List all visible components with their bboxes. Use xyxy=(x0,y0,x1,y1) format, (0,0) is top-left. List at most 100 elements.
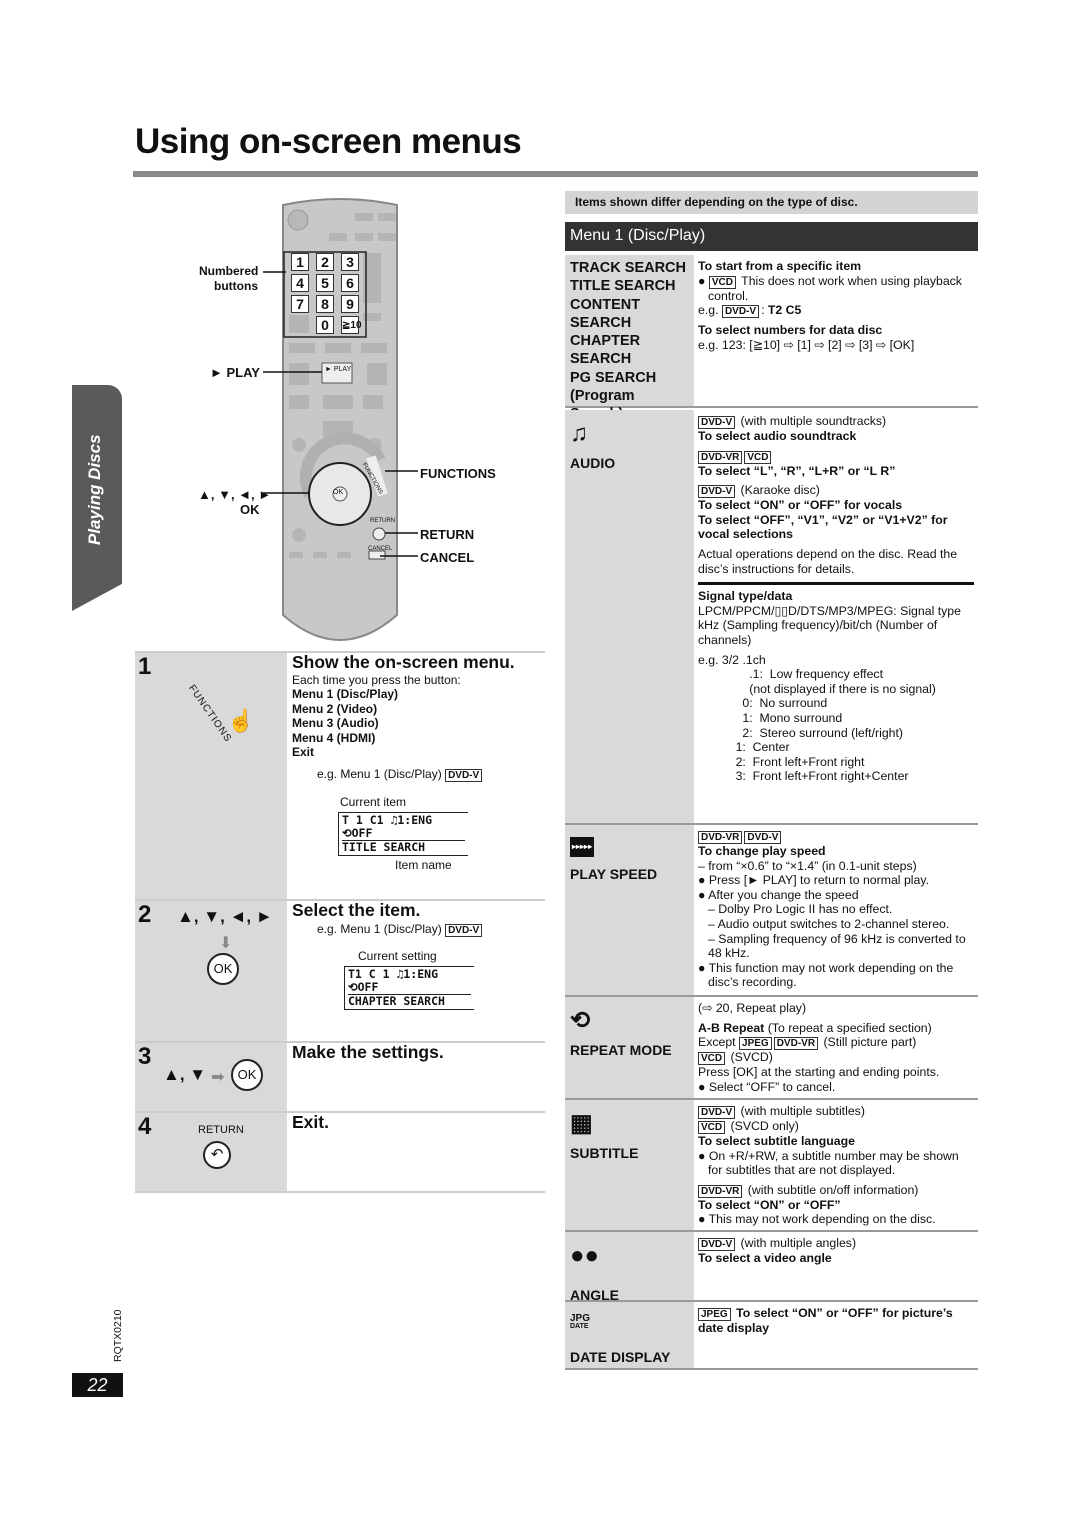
disc-badge: JPEG xyxy=(739,1037,772,1051)
disc-badge: DVD-V xyxy=(721,305,760,319)
text: 2: Front left+Front right xyxy=(698,754,865,769)
osd-line: CHAPTER SEARCH xyxy=(348,994,471,1008)
text: ● Select “OFF” to cancel. xyxy=(698,1079,836,1094)
description-line: VCD (SVCD) xyxy=(698,1050,974,1066)
description-line: LPCM/PPCM/▯▯D/DTS/MP3/MPEG: Signal type xyxy=(698,604,974,619)
text: ● On +R/+RW, a subtitle number may be sh… xyxy=(698,1148,959,1163)
row-label-cell: ♫ AUDIO xyxy=(565,410,694,823)
row-label-cell: TRACK SEARCH TITLE SEARCH CONTENT SEARCH CH… xyxy=(565,255,694,459)
description-line: DVD-VR VCD xyxy=(698,449,974,464)
row-label-cell: ●● ANGLE xyxy=(565,1232,694,1303)
row-description: JPEG To select “ON” or “OFF” for picture… xyxy=(694,1302,978,1368)
text: e.g. xyxy=(698,303,722,318)
menu-row: ▦ SUBTITLE DVD-V (with multiple subtitles)… xyxy=(565,1100,978,1232)
label-functions: FUNCTIONS xyxy=(420,466,496,481)
description-line: To select “ON” or “OFF” xyxy=(698,1198,974,1213)
description-line: DVD-V (with multiple angles) xyxy=(698,1236,974,1251)
bold-text: To select “ON” or “OFF” for vocals xyxy=(698,498,903,513)
osd-line: ⟲OFF xyxy=(342,826,373,840)
notice-bar: Items shown differ depending on the type… xyxy=(565,191,978,214)
text: (with subtitle on/off information) xyxy=(744,1182,919,1197)
row-description: (⇨ 20, Repeat play) A-B Repeat (To repeat… xyxy=(694,997,978,1098)
row-label: PG SEARCH xyxy=(570,369,657,386)
text: (To repeat a specified section) xyxy=(764,1020,932,1035)
callout-lines xyxy=(263,271,418,557)
row-label-cell: ▸▸▸▸▸ PLAY SPEED xyxy=(565,825,694,995)
menu-row: JPG DATE DATE DISPLAY JPEG To select “ON” o… xyxy=(565,1302,978,1370)
disc-badge: DVD-V xyxy=(445,923,483,937)
bold-text: To start from a specific item xyxy=(698,259,862,273)
return-icon: ↶ xyxy=(203,1141,231,1169)
description-line: disc’s recording. xyxy=(698,975,974,990)
title-rule xyxy=(133,171,978,177)
description-line: – from “×0.6” to “×1.4” (in 0.1-unit ste… xyxy=(698,859,974,874)
label-return: RETURN xyxy=(420,527,475,542)
bold-text: To select numbers for data disc xyxy=(698,323,883,338)
text: 48 kHz. xyxy=(708,946,750,961)
step-heading: Make the settings. xyxy=(292,1042,444,1062)
text: ● Press [► PLAY] to return to normal pla… xyxy=(698,873,930,888)
row-label: CONTENT SEARCH xyxy=(570,296,641,331)
row-label-cell: JPG DATE DATE DISPLAY xyxy=(565,1302,694,1368)
text: (Karaoke disc) xyxy=(737,483,820,498)
description-line: e.g. 123: [≧10] ⇨ [1] ⇨ [2] ⇨ [3] ⇨ [OK] xyxy=(698,338,974,353)
description-line: To change play speed xyxy=(698,844,974,859)
description-line: DVD-V (Karaoke disc) xyxy=(698,483,974,499)
label-ok: OK xyxy=(240,502,260,517)
text: This does not work when using playback xyxy=(737,273,962,288)
description-line: DVD-V (with multiple subtitles) xyxy=(698,1104,974,1119)
arrow-keys-label: ▲, ▼ xyxy=(163,1065,207,1084)
callout-item-name: Item name xyxy=(395,858,452,872)
ok-button-illustration: OK xyxy=(231,1059,263,1091)
step-2: 2 ▲, ▼, ◄, ► ⬇ OK Select the item. e.g. … xyxy=(135,899,545,1042)
label-numbered: Numbered xyxy=(199,264,259,278)
description-line: ● On +R/+RW, a subtitle number may be sh… xyxy=(698,1149,974,1164)
play-speed-icon: ▸▸▸▸▸ xyxy=(570,837,595,858)
description-line: To select audio soundtrack xyxy=(698,429,974,444)
menu-row: ●● ANGLE DVD-V (with multiple angles) To se… xyxy=(565,1232,978,1303)
description-line: Except JPEG DVD-VR (Still picture part) xyxy=(698,1035,974,1051)
example-caption: e.g. Menu 1 (Disc/Play) xyxy=(317,766,442,781)
text: e.g. 3/2 .1ch xyxy=(698,652,766,667)
description-line: DVD-V (with multiple soundtracks) xyxy=(698,414,974,429)
row-label-cell: ⟲ REPEAT MODE xyxy=(565,997,694,1098)
label-play: ► PLAY xyxy=(210,365,260,380)
text: Actual operations depend on the disc. Re… xyxy=(698,546,958,561)
description-line xyxy=(698,582,974,586)
subtitle-icon: ▦ xyxy=(570,1110,593,1137)
disc-badge: DVD-V xyxy=(698,1238,736,1251)
description-line: for subtitles that are not displayed. xyxy=(698,1163,974,1178)
description-line: control. xyxy=(698,289,974,304)
label-buttons: buttons xyxy=(214,279,258,293)
icon-subtext: DATE xyxy=(570,1323,589,1330)
repeat-icon: ⟲ xyxy=(570,1007,591,1034)
text: – Sampling frequency of 96 kHz is conver… xyxy=(708,931,966,946)
description-line: – Sampling frequency of 96 kHz is conver… xyxy=(698,932,974,947)
down-arrow-icon: ⬇ xyxy=(219,935,233,952)
description-line: channels) xyxy=(698,633,974,648)
step-heading: Exit. xyxy=(292,1112,329,1132)
bold-text: To select “ON” or “OFF” xyxy=(698,1197,841,1212)
page-title: Using on-screen menus xyxy=(135,122,522,161)
row-description: To start from a specific item ● VCD This … xyxy=(694,255,978,406)
description-line: Press [OK] at the starting and ending po… xyxy=(698,1065,974,1080)
text: – Dolby Pro Logic II has no effect. xyxy=(708,902,893,917)
description-line: (not displayed if there is no signal) xyxy=(698,682,974,697)
bold-text: To change play speed xyxy=(698,844,826,858)
bold-text: To select subtitle language xyxy=(698,1134,855,1148)
step-number: 1 xyxy=(138,653,152,680)
menu-row: ♫ AUDIO DVD-V (with multiple soundtracks) T… xyxy=(565,410,978,825)
right-arrow-icon: ➡ xyxy=(211,1069,225,1086)
text: – Audio output switches to 2-channel ste… xyxy=(708,916,950,931)
menu-row: ▸▸▸▸▸ PLAY SPEED DVD-VR DVD-V To change play… xyxy=(565,825,978,997)
disc-badge: VCD xyxy=(698,1052,726,1066)
disc-badge: VCD xyxy=(698,1121,726,1134)
text: Press [OK] at the starting and ending po… xyxy=(698,1065,940,1080)
description-line: date display xyxy=(698,1321,974,1336)
return-key-label: RETURN xyxy=(198,1124,244,1136)
description-line: To start from a specific item xyxy=(698,259,974,274)
row-label: SUBTITLE xyxy=(570,1145,639,1161)
text: Except xyxy=(698,1035,740,1050)
osd-line: ⟲OFF xyxy=(348,980,379,994)
bold-text: To select “ON” or “OFF” for picture’s xyxy=(732,1306,953,1320)
